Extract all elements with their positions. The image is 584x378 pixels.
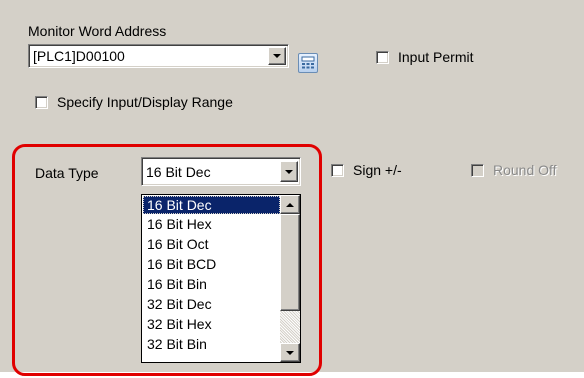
calculator-icon[interactable] [298,53,318,73]
sign-label: Sign +/- [353,162,402,178]
monitor-word-address-value: [PLC1]D00100 [33,48,125,64]
monitor-word-address-label: Monitor Word Address [28,23,167,39]
chevron-down-icon [273,54,281,58]
highlight-frame [12,144,322,376]
specify-range-label: Specify Input/Display Range [57,94,233,110]
sign-checkbox[interactable] [331,164,344,177]
round-off-label: Round Off [493,162,557,178]
input-permit-checkbox[interactable] [376,51,389,64]
monitor-word-address-dropdown-button[interactable] [268,47,286,65]
dialog-panel: Monitor Word Address [PLC1]D00100 Input … [0,0,584,376]
round-off-checkbox [471,164,484,177]
input-permit-label: Input Permit [398,49,474,65]
monitor-word-address-combo[interactable]: [PLC1]D00100 [28,44,289,68]
specify-range-checkbox[interactable] [35,96,48,109]
